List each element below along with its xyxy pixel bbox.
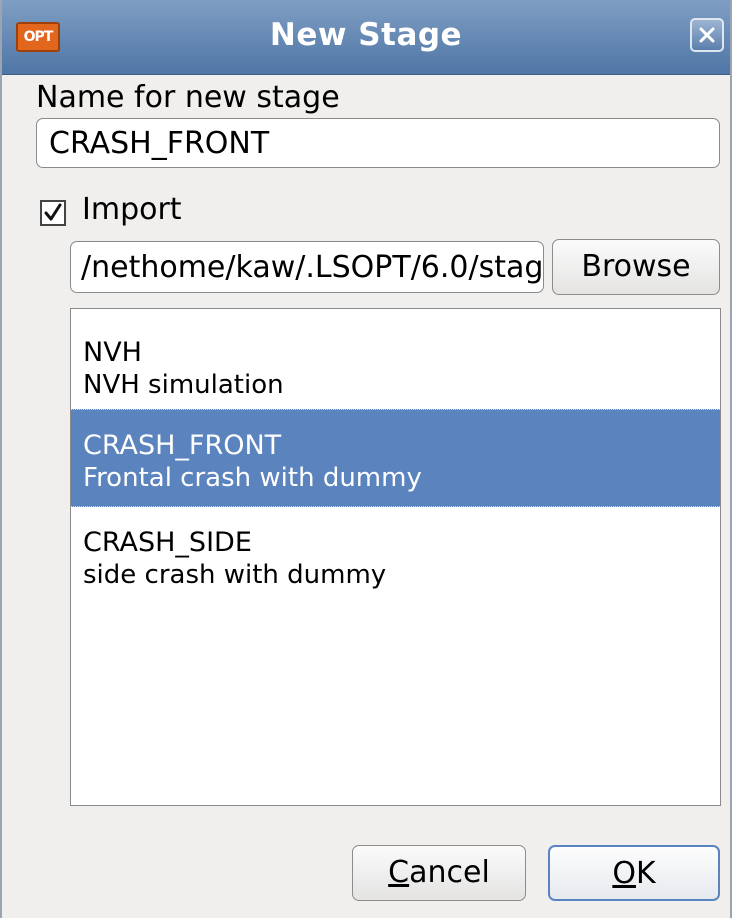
cancel-label: ancel [409,855,490,890]
stage-description: side crash with dummy [83,560,387,590]
title-bar[interactable]: OPT New Stage [2,0,730,75]
close-button[interactable] [690,18,724,52]
stage-name-input[interactable]: CRASH_FRONT [36,118,720,168]
cancel-mnemonic: C [388,855,410,890]
cancel-button[interactable]: Cancel [352,845,526,901]
new-stage-dialog: OPT New Stage Name for new stage CRASH_F… [0,0,732,918]
import-checkbox[interactable] [40,200,66,226]
ok-mnemonic: O [612,856,636,891]
stage-list-item[interactable]: NVH NVH simulation [71,317,720,415]
ok-button[interactable]: OK [548,845,720,901]
stage-list-item-selected[interactable]: CRASH_FRONT Frontal crash with dummy [71,409,720,507]
stage-description: NVH simulation [83,370,284,400]
stage-list[interactable]: NVH NVH simulation CRASH_FRONT Frontal c… [70,308,721,806]
close-icon [699,27,715,43]
stage-name-label: Name for new stage [36,80,340,115]
checkmark-icon [44,203,62,221]
ok-label: K [635,856,656,891]
import-label[interactable]: Import [82,192,182,227]
stage-list-item[interactable]: CRASH_SIDE side crash with dummy [71,507,720,605]
import-path-input[interactable]: /nethome/kaw/.LSOPT/6.0/stages/ [70,241,544,293]
dialog-title: New Stage [269,17,463,53]
stage-name: CRASH_FRONT [83,430,282,461]
browse-button[interactable]: Browse [552,239,720,295]
stage-description: Frontal crash with dummy [83,463,422,493]
stage-name: CRASH_SIDE [83,527,252,558]
stage-name: NVH [83,337,142,368]
